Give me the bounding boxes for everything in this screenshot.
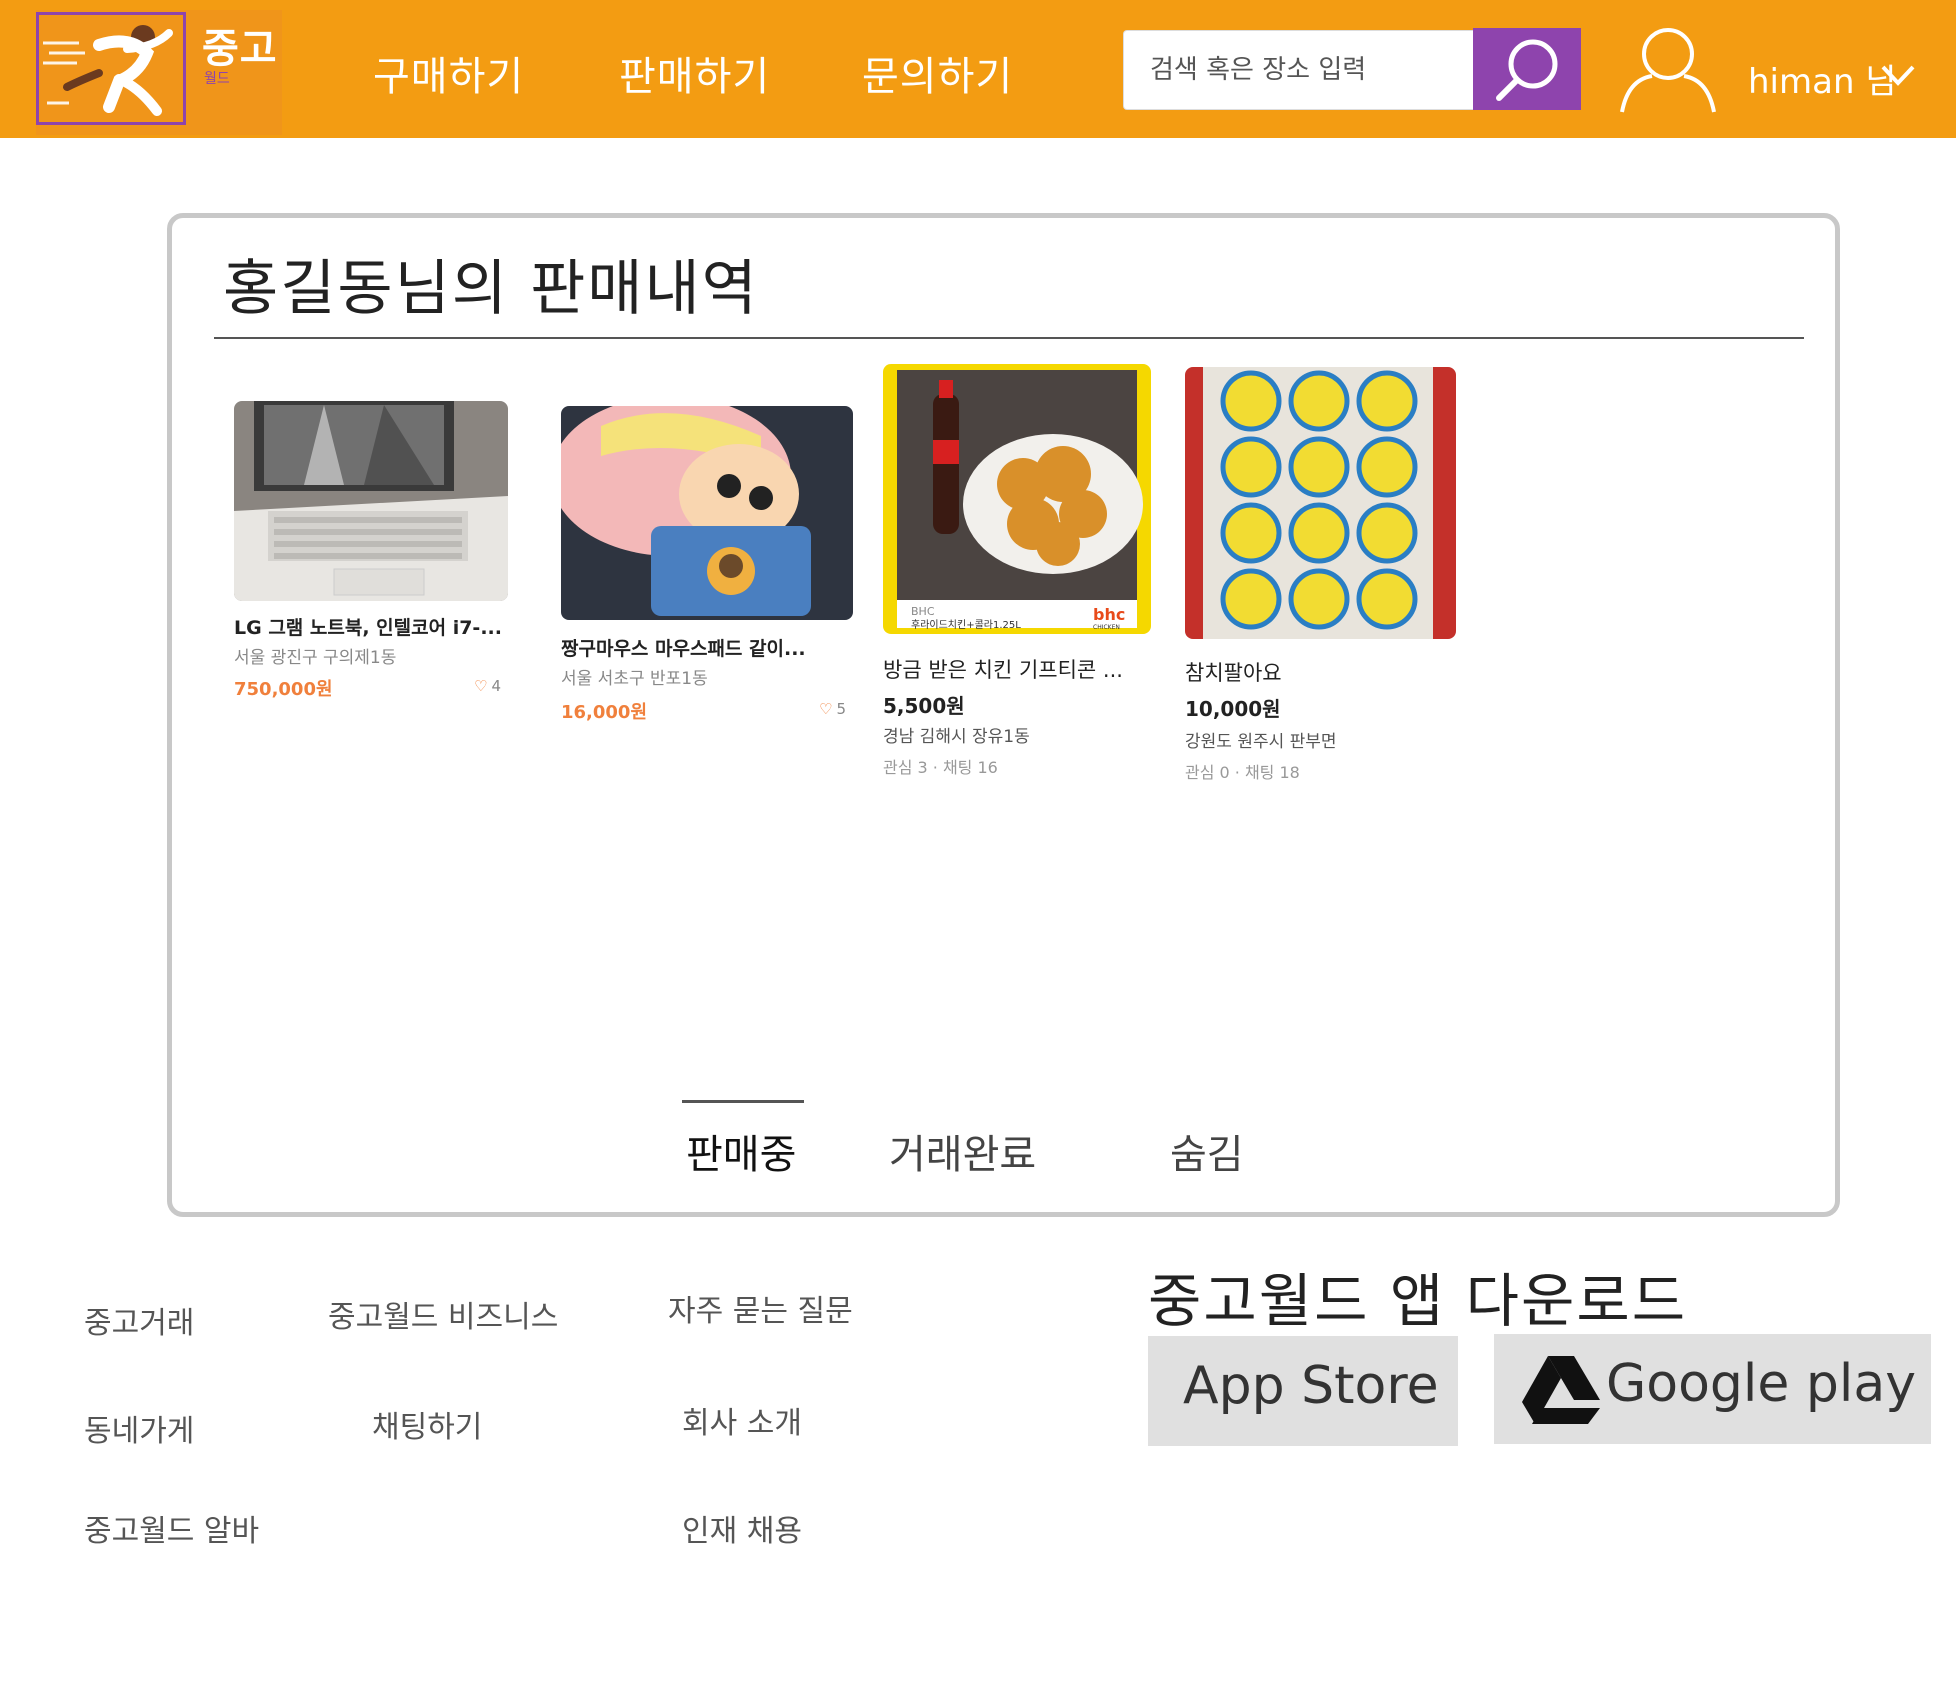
footer-link-about[interactable]: 회사 소개 (682, 1398, 802, 1442)
footer-link-used-trade[interactable]: 중고거래 (84, 1298, 194, 1342)
like-count: ♡ 5 (819, 700, 846, 718)
logo-subtitle: 월드 (204, 71, 230, 87)
active-tab-indicator (682, 1100, 804, 1103)
product-meta: 관심 0 · 채팅 18 (1185, 763, 1300, 782)
footer-link-faq[interactable]: 자주 묻는 질문 (668, 1286, 853, 1330)
product-location: 서울 서초구 반포1동 (561, 669, 708, 689)
product-meta: 관심 3 · 채팅 16 (883, 758, 998, 777)
search-icon (1496, 39, 1558, 101)
gifticon-product: 후라이드치킨+콜라1.25L (911, 619, 1021, 631)
footer-link-careers[interactable]: 인재 채용 (682, 1506, 802, 1550)
product-image (234, 401, 508, 601)
logo-title: 중고 (202, 26, 278, 72)
product-card[interactable]: 짱구마우스 마우스패드 같이... 서울 서초구 반포1동 16,000원 ♡ 5 (561, 406, 853, 726)
footer-link-chat[interactable]: 채팅하기 (372, 1402, 482, 1446)
tab-selling[interactable]: 판매중 (686, 1122, 796, 1180)
product-location: 경남 김해시 장유1동 (883, 727, 1030, 747)
search-input[interactable] (1123, 30, 1473, 110)
product-price: 10,000원 (1185, 697, 1281, 721)
bhc-logo: bhc (1093, 605, 1125, 624)
product-card[interactable]: LG 그램 노트북, 인텔코어 i7-... 서울 광진구 구의제1동 750,… (234, 401, 508, 701)
app-store-label: App Store (1183, 1356, 1439, 1416)
google-play-label: Google play (1606, 1354, 1916, 1414)
site-logo[interactable]: 중고 월드 (36, 10, 282, 135)
gifticon-brand: BHC (911, 605, 935, 618)
tab-completed[interactable]: 거래완료 (889, 1122, 1036, 1180)
search-button[interactable] (1473, 28, 1581, 110)
google-drive-icon (1522, 1356, 1600, 1424)
logo-frame (36, 12, 186, 125)
runner-logo-icon (43, 25, 173, 116)
product-image (1185, 367, 1456, 639)
footer-link-business[interactable]: 중고월드 비즈니스 (328, 1292, 558, 1336)
likes-value: 5 (836, 700, 846, 718)
product-card[interactable]: BHC 후라이드치킨+콜라1.25L bhc CHICKEN 방금 받은 치킨 … (883, 364, 1153, 784)
product-price: 5,500원 (883, 694, 965, 718)
product-image (561, 406, 853, 620)
heart-icon: ♡ (474, 677, 488, 695)
nav-buy[interactable]: 구매하기 (373, 44, 524, 102)
user-icon[interactable] (1618, 22, 1718, 114)
like-count: ♡ 4 (474, 677, 501, 695)
tab-hidden[interactable]: 숨김 (1170, 1122, 1244, 1180)
bhc-logo-sub: CHICKEN (1093, 624, 1120, 631)
product-title: LG 그램 노트북, 인텔코어 i7-... (234, 617, 502, 639)
likes-value: 4 (491, 677, 501, 695)
heart-icon: ♡ (819, 700, 833, 718)
product-title: 방금 받은 치킨 기프티콘 ... (883, 658, 1123, 682)
top-header: 중고 월드 구매하기 판매하기 문의하기 himan 님 (0, 0, 1956, 138)
product-price: 750,000원 (234, 679, 333, 700)
app-download-heading: 중고월드 앱 다운로드 (1148, 1267, 1688, 1335)
nav-sell[interactable]: 판매하기 (619, 44, 770, 102)
product-title: 짱구마우스 마우스패드 같이... (561, 638, 806, 660)
google-play-button[interactable]: Google play (1494, 1334, 1931, 1444)
product-location: 강원도 원주시 판부면 (1185, 732, 1337, 752)
product-price: 16,000원 (561, 702, 648, 723)
product-title: 참치팔아요 (1185, 661, 1282, 685)
footer-link-parttime[interactable]: 중고월드 알바 (84, 1506, 259, 1550)
app-store-button[interactable]: App Store (1148, 1336, 1458, 1446)
footer-link-local-store[interactable]: 동네가게 (84, 1406, 194, 1450)
title-divider (214, 337, 1804, 339)
product-card[interactable]: 참치팔아요 10,000원 강원도 원주시 판부면 관심 0 · 채팅 18 (1185, 367, 1457, 787)
page-title: 홍길동님의 판매내역 (223, 254, 759, 324)
username-label[interactable]: himan 님 (1748, 54, 1897, 103)
nav-inquiry[interactable]: 문의하기 (862, 44, 1013, 102)
product-image: BHC 후라이드치킨+콜라1.25L bhc CHICKEN (883, 364, 1151, 634)
product-location: 서울 광진구 구의제1동 (234, 648, 397, 668)
chevron-down-icon[interactable] (1880, 62, 1916, 88)
